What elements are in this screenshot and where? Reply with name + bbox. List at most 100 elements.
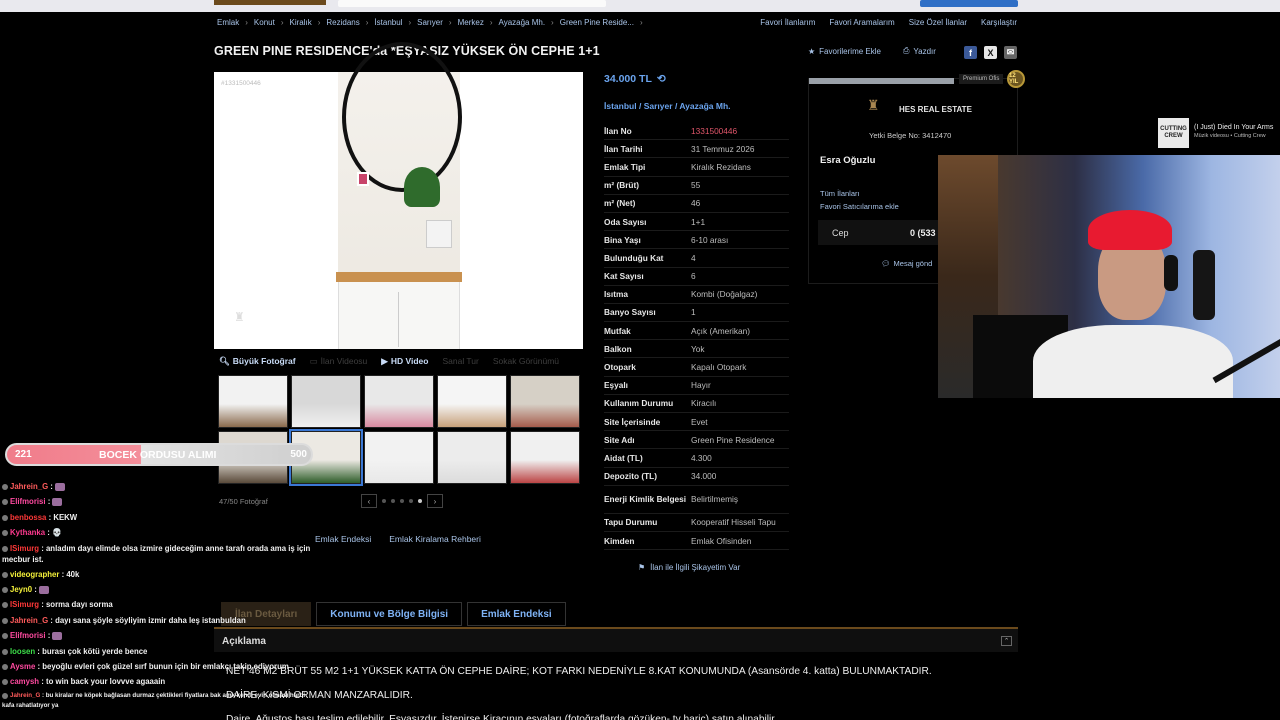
favorite-seller-link[interactable]: Favori Satıcılarıma ekle bbox=[820, 202, 899, 211]
emote-icon bbox=[52, 498, 63, 507]
chat-message: Jahrein_G : bbox=[2, 479, 314, 494]
top-link[interactable]: Favori İlanlarım bbox=[760, 18, 815, 27]
collapse-icon[interactable]: ⌃ bbox=[1001, 636, 1012, 646]
breadcrumb-item[interactable]: İstanbul bbox=[374, 18, 402, 27]
breadcrumb-item[interactable]: Konut bbox=[254, 18, 275, 27]
chat-username[interactable]: Elifmorisi bbox=[10, 497, 46, 506]
chat-username[interactable]: Jahrein_G bbox=[10, 482, 48, 491]
x-icon[interactable]: X bbox=[984, 46, 997, 59]
history-icon[interactable]: ⟲ bbox=[657, 73, 666, 85]
chat-username[interactable]: Kythanka bbox=[10, 528, 45, 537]
page-dot-active[interactable] bbox=[418, 499, 422, 503]
breadcrumb-item[interactable]: Emlak bbox=[217, 18, 239, 27]
location-neighborhood[interactable]: Ayazağa Mh. bbox=[679, 101, 730, 111]
prev-page-button[interactable]: ‹ bbox=[361, 494, 377, 508]
send-message-button[interactable]: 💬︎ Mesaj gönd bbox=[881, 259, 932, 268]
chat-username[interactable]: ISimurg bbox=[10, 544, 39, 553]
top-link[interactable]: Size Özel İlanlar bbox=[909, 18, 967, 27]
photo-thumbnail[interactable] bbox=[437, 375, 507, 428]
breadcrumb-item[interactable]: Merkez bbox=[458, 18, 484, 27]
location-sep: / bbox=[674, 101, 678, 111]
breadcrumb-item[interactable]: Sarıyer bbox=[417, 18, 443, 27]
detail-key: Mutfak bbox=[604, 325, 631, 336]
page-dot[interactable] bbox=[391, 499, 395, 503]
chat-text: 💀 bbox=[52, 528, 62, 538]
photo-thumbnail[interactable] bbox=[364, 375, 434, 428]
page-dot[interactable] bbox=[400, 499, 404, 503]
tab-location[interactable]: Konumu ve Bölge Bilgisi bbox=[316, 602, 463, 626]
chat-username[interactable]: benbossa bbox=[10, 513, 46, 522]
post-listing-button[interactable] bbox=[920, 0, 1018, 7]
main-photo[interactable]: #1331500446 ♜ bbox=[214, 42, 583, 349]
location-district[interactable]: Sarıyer bbox=[644, 101, 673, 111]
big-photo-button[interactable]: 🔍︎ Büyük Fotoğraf bbox=[219, 356, 296, 367]
chat-username[interactable]: loosen bbox=[10, 647, 35, 656]
photo-thumbnail[interactable] bbox=[364, 431, 434, 484]
virtual-tour-button[interactable]: Sanal Tur bbox=[442, 356, 478, 366]
goal-target: 500 bbox=[290, 449, 307, 460]
chat-username[interactable]: Jeyn0 bbox=[10, 585, 32, 594]
firm-name[interactable]: HES REAL ESTATE bbox=[899, 105, 972, 114]
chat-separator: : bbox=[32, 585, 40, 595]
complaint-label: İlan ile İlgili Şikayetim Var bbox=[650, 563, 741, 572]
mail-icon[interactable]: ✉ bbox=[1004, 46, 1017, 59]
top-link[interactable]: Karşılaştır bbox=[981, 18, 1017, 27]
page-dot[interactable] bbox=[382, 499, 386, 503]
related-links: Emlak Endeksi Emlak Kiralama Rehberi bbox=[315, 534, 481, 544]
page-dot[interactable] bbox=[409, 499, 413, 503]
tab-index[interactable]: Emlak Endeksi bbox=[467, 602, 566, 626]
chat-username[interactable]: Elifmorisi bbox=[10, 631, 46, 640]
video-button[interactable]: ▭ İlan Videosu bbox=[310, 356, 368, 367]
chat-separator: : bbox=[39, 543, 46, 553]
site-search-input[interactable] bbox=[338, 0, 606, 7]
photo-thumbnail[interactable] bbox=[291, 375, 361, 428]
detail-value: 55 bbox=[691, 180, 701, 191]
photo-frame bbox=[357, 172, 369, 186]
detail-row: Kimden Emlak Ofisinden bbox=[604, 532, 789, 551]
firm-logo-icon: ♜ bbox=[867, 97, 880, 113]
chat-username[interactable]: videographer bbox=[10, 570, 59, 579]
print-button[interactable]: ⎙ Yazdır bbox=[903, 46, 936, 56]
chat-text: beyoğlu evleri çok güzel sırf bunun için… bbox=[42, 662, 289, 672]
street-view-button[interactable]: Sokak Görünümü bbox=[493, 356, 559, 366]
all-listings-link[interactable]: Tüm İlanları bbox=[820, 189, 860, 198]
breadcrumb-item[interactable]: Rezidans bbox=[326, 18, 359, 27]
site-logo[interactable] bbox=[214, 0, 326, 5]
breadcrumb-item[interactable]: Ayazağa Mh. bbox=[499, 18, 546, 27]
chat-username[interactable]: Jahrein_G bbox=[10, 692, 40, 699]
chat-username[interactable]: ISimurg bbox=[10, 600, 39, 609]
photo-thumbnail[interactable] bbox=[218, 375, 288, 428]
hd-video-button[interactable]: ▶ HD Video bbox=[381, 356, 428, 367]
link-rental-guide[interactable]: Emlak Kiralama Rehberi bbox=[389, 534, 481, 544]
breadcrumb-item[interactable]: Kiralık bbox=[289, 18, 311, 27]
chat-username[interactable]: Aysme bbox=[10, 662, 35, 671]
chat-username[interactable]: camysh bbox=[10, 677, 39, 686]
detail-value: Kapalı Otopark bbox=[691, 362, 747, 373]
photo-thumbnail[interactable] bbox=[510, 375, 580, 428]
chat-separator: : bbox=[45, 528, 53, 538]
chat-message: Jahrein_G : dayı sana şöyle söyliyim izm… bbox=[2, 613, 314, 628]
photo-thumbnail[interactable] bbox=[510, 431, 580, 484]
location-city[interactable]: İstanbul bbox=[604, 101, 637, 111]
breadcrumb-item[interactable]: Green Pine Reside... bbox=[560, 18, 634, 27]
chat-message: Elifmorisi : bbox=[2, 494, 314, 509]
description-line: Daire, Ağustos başı teslim edilebilir. E… bbox=[226, 714, 777, 720]
gallery-pager: ‹ › bbox=[361, 494, 443, 508]
facebook-icon[interactable]: f bbox=[964, 46, 977, 59]
song-title: (I Just) Died In Your Arms bbox=[1194, 124, 1274, 131]
next-page-button[interactable]: › bbox=[427, 494, 443, 508]
price: 34.000 TL ⟲ bbox=[604, 73, 666, 85]
top-link[interactable]: Favori Aramalarım bbox=[829, 18, 894, 27]
details-table: İlan No 1331500446 İlan Tarihi 31 Temmuz 20… bbox=[604, 122, 789, 551]
detail-value: 34.000 bbox=[691, 471, 717, 482]
detail-row: Banyo Sayısı 1 bbox=[604, 304, 789, 323]
detail-value: 31 Temmuz 2026 bbox=[691, 143, 755, 154]
detail-value: Evet bbox=[691, 416, 708, 427]
detail-value: Green Pine Residence bbox=[691, 434, 775, 445]
chat-username[interactable]: Jahrein_G bbox=[10, 616, 48, 625]
detail-value: Kiracılı bbox=[691, 398, 717, 409]
photo-thumbnail[interactable] bbox=[437, 431, 507, 484]
favorite-button[interactable]: ★ Favorilerime Ekle bbox=[808, 47, 881, 56]
link-emlak-endeksi[interactable]: Emlak Endeksi bbox=[315, 534, 371, 544]
complaint-link[interactable]: ⚑ İlan ile İlgili Şikayetim Var bbox=[638, 563, 740, 572]
